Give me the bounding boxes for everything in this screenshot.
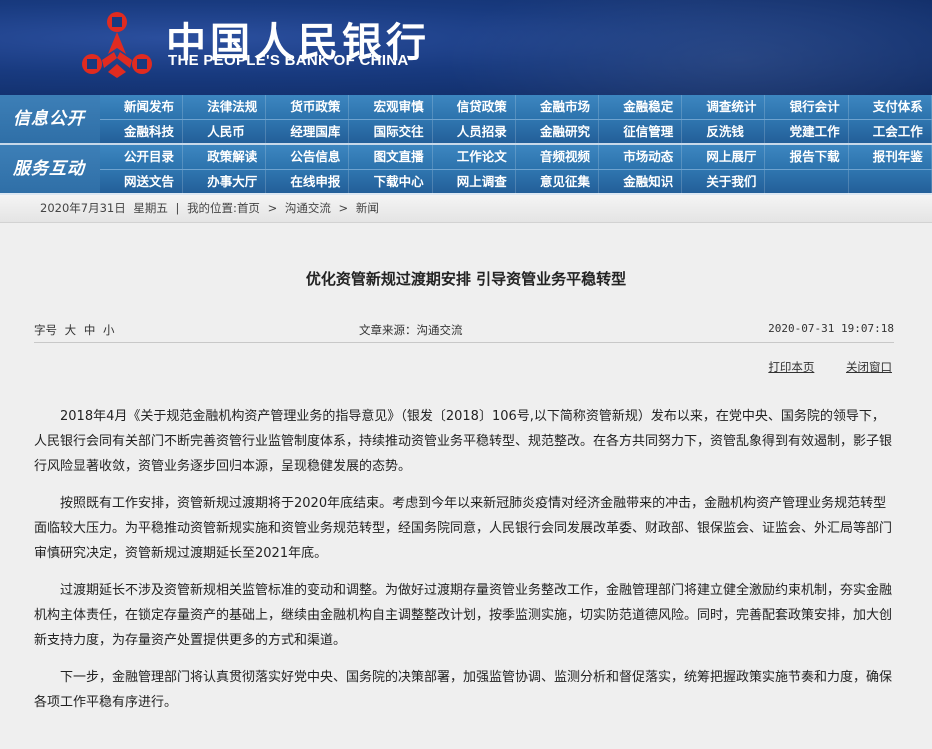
nav-item[interactable]: 报刊年鉴 (849, 145, 932, 169)
article-paragraph: 2018年4月《关于规范金融机构资产管理业务的指导意见》（银发〔2018〕106… (34, 409, 893, 474)
font-size-medium-link[interactable]: 中 (84, 323, 96, 337)
nav-item[interactable]: 报告下载 (766, 145, 849, 169)
breadcrumb-link-home[interactable]: 首页 (237, 201, 260, 215)
nav-item[interactable]: 政策解读 (183, 145, 267, 169)
nav-item[interactable]: 金融科技 (100, 120, 183, 144)
nav-item[interactable]: 征信管理 (599, 120, 683, 144)
breadcrumb-link-communication[interactable]: 沟通交流 (285, 201, 331, 215)
print-page-link[interactable]: 打印本页 (768, 360, 814, 374)
font-size-large-link[interactable]: 大 (65, 323, 77, 337)
article-paragraph: 按照既有工作安排，资管新规过渡期将于2020年底结束。考虑到今年以来新冠肺炎疫情… (34, 496, 893, 561)
nav-item[interactable]: 银行会计 (766, 95, 849, 119)
nav-item[interactable]: 公告信息 (266, 145, 350, 169)
nav-band-label: 服务互动 (0, 145, 100, 193)
nav-item (766, 170, 849, 194)
nav-item[interactable]: 网送文告 (100, 170, 183, 194)
nav-row: 公开目录 政策解读 公告信息 图文直播 工作论文 音频视频 市场动态 网上展厅 报告下载 报刊年鉴 (100, 145, 932, 169)
nav-item[interactable]: 经理国库 (266, 120, 350, 144)
nav-item[interactable]: 人员招录 (433, 120, 516, 144)
nav-row: 金融科技 人民币 经理国库 国际交往 人员招录 金融研究 征信管理 反洗钱 党建工作 工会工作 (100, 119, 932, 144)
nav-item[interactable]: 金融稳定 (599, 95, 683, 119)
nav-item[interactable]: 网上调查 (433, 170, 516, 194)
header-banner: 中国人民银行 THE PEOPLE'S BANK OF CHINA (0, 0, 932, 95)
current-date: 2020年7月31日 (40, 201, 126, 215)
article-paragraph: 下一步，金融管理部门将认真贯彻落实好党中央、国务院的决策部署，加强监管协调、监测… (34, 670, 893, 710)
breadcrumb-current[interactable]: 新闻 (356, 201, 379, 215)
nav-item[interactable]: 音频视频 (516, 145, 599, 169)
page-root: 中国人民银行 THE PEOPLE'S BANK OF CHINA 信息公开 新… (0, 0, 932, 749)
nav-grid-service: 公开目录 政策解读 公告信息 图文直播 工作论文 音频视频 市场动态 网上展厅 报告下载 报刊年鉴… (100, 145, 932, 194)
nav-item[interactable]: 调查统计 (682, 95, 766, 119)
nav-item[interactable]: 公开目录 (100, 145, 183, 169)
nav-item[interactable]: 金融研究 (516, 120, 599, 144)
nav-item[interactable]: 反洗钱 (682, 120, 766, 144)
meta-divider (34, 342, 894, 343)
nav-item[interactable]: 党建工作 (766, 120, 849, 144)
font-size-controls: 字号 大 中 小 (34, 322, 114, 338)
breadcrumb-prefix: 我的位置: (187, 201, 237, 215)
article-title: 优化资管新规过渡期安排 引导资管业务平稳转型 (305, 270, 627, 288)
article-paragraph: 过渡期延长不涉及资管新规相关监管标准的变动和调整。为做好过渡期存量资管业务整改工… (34, 583, 893, 648)
pboc-logo-icon[interactable] (78, 8, 156, 84)
nav-item[interactable]: 工作论文 (433, 145, 516, 169)
article-source: 文章来源：沟通交流 (359, 323, 463, 337)
font-size-small-link[interactable]: 小 (103, 323, 115, 337)
nav-row: 网送文告 办事大厅 在线申报 下载中心 网上调查 意见征集 金融知识 关于我们 (100, 169, 932, 194)
article-meta: 字号 大 中 小 文章来源：沟通交流 2020-07-31 19:07:18 (34, 322, 894, 344)
nav-item[interactable]: 关于我们 (682, 170, 766, 194)
nav-item[interactable]: 意见征集 (516, 170, 599, 194)
main-nav: 信息公开 新闻发布 法律法规 货币政策 宏观审慎 信贷政策 金融市场 金融稳定 调查统计 银行会… (0, 95, 932, 195)
nav-item[interactable]: 网上展厅 (682, 145, 766, 169)
breadcrumb-arrow: > (267, 201, 278, 215)
breadcrumb-arrow: > (338, 201, 349, 215)
bank-name-en: THE PEOPLE'S BANK OF CHINA (168, 52, 409, 69)
nav-item[interactable]: 人民币 (183, 120, 267, 144)
nav-item[interactable]: 新闻发布 (100, 95, 183, 119)
nav-item[interactable]: 货币政策 (266, 95, 350, 119)
nav-item[interactable]: 法律法规 (183, 95, 267, 119)
nav-item[interactable]: 在线申报 (266, 170, 350, 194)
nav-item[interactable]: 市场动态 (599, 145, 683, 169)
nav-item[interactable]: 金融市场 (516, 95, 599, 119)
article-container: 优化资管新规过渡期安排 引导资管业务平稳转型 字号 大 中 小 文章来源：沟通交… (0, 236, 932, 749)
nav-item[interactable]: 金融知识 (599, 170, 683, 194)
nav-item[interactable]: 下载中心 (350, 170, 433, 194)
breadcrumb: 2020年7月31日 星期五 | 我的位置:首页 > 沟通交流 > 新闻 (0, 195, 932, 223)
breadcrumb-separator: | (175, 201, 180, 215)
nav-item[interactable]: 国际交往 (350, 120, 433, 144)
article-tools: 打印本页 关闭窗口 (740, 359, 892, 375)
nav-grid-info: 新闻发布 法律法规 货币政策 宏观审慎 信贷政策 金融市场 金融稳定 调查统计 银行会计 支付体系… (100, 95, 932, 144)
nav-item[interactable]: 支付体系 (849, 95, 932, 119)
nav-item[interactable]: 信贷政策 (433, 95, 516, 119)
nav-item[interactable]: 图文直播 (350, 145, 433, 169)
nav-row: 新闻发布 法律法规 货币政策 宏观审慎 信贷政策 金融市场 金融稳定 调查统计 银行会计 支付体系 (100, 95, 932, 119)
current-weekday: 星期五 (133, 201, 168, 215)
article-body: 2018年4月《关于规范金融机构资产管理业务的指导意见》（银发〔2018〕106… (34, 404, 896, 727)
font-size-label: 字号 (34, 323, 57, 337)
nav-band-service: 服务互动 公开目录 政策解读 公告信息 图文直播 工作论文 音频视频 市场动态 网上展厅 报告下… (0, 145, 932, 194)
nav-band-label: 信息公开 (0, 95, 100, 143)
nav-item[interactable]: 办事大厅 (183, 170, 267, 194)
banner-shine (440, 0, 932, 95)
article-datetime: 2020-07-31 19:07:18 (768, 322, 894, 335)
nav-item[interactable]: 工会工作 (849, 120, 932, 144)
nav-band-info: 信息公开 新闻发布 法律法规 货币政策 宏观审慎 信贷政策 金融市场 金融稳定 调查统计 银行会… (0, 95, 932, 144)
nav-item[interactable]: 宏观审慎 (350, 95, 433, 119)
nav-item (849, 170, 932, 194)
close-window-link[interactable]: 关闭窗口 (846, 360, 892, 374)
